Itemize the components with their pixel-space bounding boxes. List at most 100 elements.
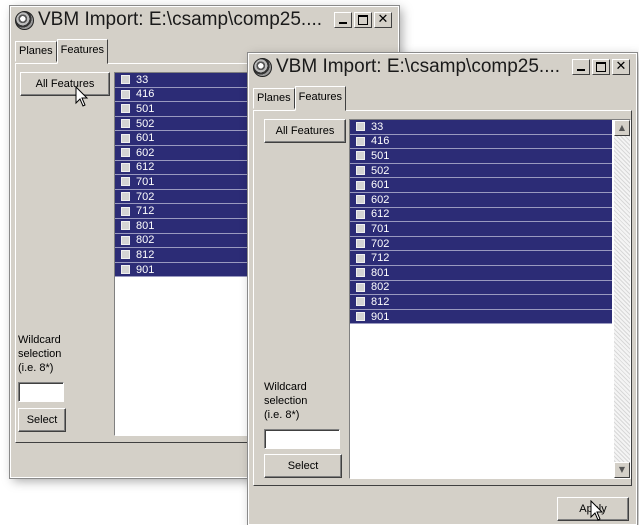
maximize-icon[interactable] [354, 12, 372, 28]
feature-label: 33 [136, 73, 149, 86]
wildcard-label-line: selection [18, 348, 62, 360]
list-item[interactable]: 501 [350, 149, 612, 164]
feature-checkbox[interactable] [121, 119, 130, 129]
title-bar[interactable]: VBM Import: E:\csamp\comp25.... ✕ [249, 54, 636, 82]
minimize-icon[interactable] [572, 59, 590, 75]
list-item[interactable]: 901 [350, 309, 612, 325]
feature-checkbox[interactable] [121, 250, 130, 260]
select-button[interactable]: Select [18, 408, 66, 432]
maximize-icon[interactable] [592, 59, 610, 75]
feature-checkbox[interactable] [356, 209, 365, 219]
close-icon[interactable]: ✕ [374, 12, 392, 28]
feature-label: 502 [371, 164, 390, 177]
feature-label: 601 [136, 132, 155, 145]
feature-checkbox[interactable] [356, 253, 365, 263]
select-button[interactable]: Select [264, 454, 342, 478]
wildcard-input[interactable] [264, 429, 340, 449]
wildcard-label-line: (i.e. 8*) [264, 409, 300, 421]
list-scrollbar[interactable]: ▲ ▼ [614, 120, 630, 478]
feature-checkbox[interactable] [356, 268, 365, 278]
wildcard-label: Wildcard selection (i.e. 8*) [18, 333, 61, 375]
feature-checkbox[interactable] [121, 104, 130, 114]
feature-label: 702 [371, 237, 390, 250]
feature-checkbox[interactable] [121, 148, 130, 158]
feature-checkbox[interactable] [121, 89, 130, 99]
list-item[interactable]: 801 [350, 265, 612, 281]
feature-checkbox[interactable] [121, 75, 130, 85]
feature-label: 602 [371, 193, 390, 206]
feature-checkbox[interactable] [356, 166, 365, 176]
feature-checkbox[interactable] [356, 180, 365, 190]
feature-label: 702 [136, 190, 155, 203]
list-item[interactable]: 712 [350, 251, 612, 266]
mouse-pointer-icon [590, 500, 604, 521]
feature-label: 416 [371, 135, 390, 148]
window-title: VBM Import: E:\csamp\comp25.... [276, 56, 561, 77]
feature-checkbox[interactable] [356, 297, 365, 307]
app-globe-icon [253, 58, 272, 77]
feature-label: 801 [371, 266, 390, 279]
tab-planes[interactable]: Planes [253, 88, 295, 109]
title-bar[interactable]: VBM Import: E:\csamp\comp25.... ✕ [11, 7, 398, 35]
feature-label: 602 [136, 146, 155, 159]
feature-checkbox[interactable] [121, 235, 130, 245]
features-panel: All Features Wildcard selection (i.e. 8*… [253, 110, 632, 486]
list-item[interactable]: 601 [350, 178, 612, 193]
tab-planes[interactable]: Planes [15, 41, 57, 62]
feature-checkbox[interactable] [121, 265, 130, 275]
feature-checkbox[interactable] [121, 221, 130, 231]
feature-checkbox[interactable] [356, 239, 365, 249]
feature-checkbox[interactable] [356, 136, 365, 146]
list-item[interactable]: 602 [350, 192, 612, 208]
feature-checkbox[interactable] [356, 195, 365, 205]
feature-label: 701 [371, 222, 390, 235]
window-title: VBM Import: E:\csamp\comp25.... [38, 9, 323, 30]
feature-checkbox[interactable] [356, 282, 365, 292]
feature-checkbox[interactable] [121, 162, 130, 172]
list-item[interactable]: 33 [350, 120, 612, 135]
feature-checkbox[interactable] [356, 224, 365, 234]
feature-checkbox[interactable] [356, 312, 365, 322]
wildcard-label: Wildcard selection (i.e. 8*) [264, 380, 307, 422]
wildcard-input[interactable] [18, 382, 64, 402]
all-features-button[interactable]: All Features [264, 119, 346, 143]
list-item[interactable]: 802 [350, 280, 612, 296]
all-features-button[interactable]: All Features [20, 72, 110, 96]
feature-checkbox[interactable] [121, 206, 130, 216]
feature-label: 501 [136, 102, 155, 115]
close-icon[interactable]: ✕ [612, 59, 630, 75]
app-globe-icon [15, 11, 34, 30]
feature-checkbox[interactable] [356, 122, 365, 132]
wildcard-label-line: (i.e. 8*) [18, 362, 54, 374]
feature-label: 502 [136, 117, 155, 130]
minimize-icon[interactable] [334, 12, 352, 28]
list-item[interactable]: 701 [350, 222, 612, 237]
feature-label: 701 [136, 175, 155, 188]
feature-label: 601 [371, 179, 390, 192]
feature-checkbox[interactable] [121, 177, 130, 187]
list-item[interactable]: 702 [350, 236, 612, 252]
feature-label: 712 [371, 252, 390, 265]
tab-features[interactable]: Features [56, 39, 109, 64]
feature-label: 33 [371, 120, 384, 133]
feature-checkbox[interactable] [356, 151, 365, 161]
scroll-down-arrow-icon[interactable]: ▼ [614, 462, 630, 478]
tab-features[interactable]: Features [294, 86, 347, 111]
feature-label: 901 [371, 310, 390, 323]
feature-label: 802 [136, 234, 155, 247]
list-item[interactable]: 416 [350, 134, 612, 150]
feature-label: 901 [136, 263, 155, 276]
feature-label: 612 [371, 208, 390, 221]
feature-label: 501 [371, 149, 390, 162]
feature-label: 801 [136, 219, 155, 232]
scroll-up-arrow-icon[interactable]: ▲ [614, 120, 630, 136]
feature-checkbox[interactable] [121, 133, 130, 143]
features-list[interactable]: 33 416 501 502 601 602 612 701 702 712 801 802 812 90… [349, 119, 631, 479]
list-item[interactable]: 612 [350, 207, 612, 223]
list-item[interactable]: 502 [350, 163, 612, 179]
wildcard-label-line: selection [264, 395, 308, 407]
feature-checkbox[interactable] [121, 192, 130, 202]
feature-label: 812 [371, 295, 390, 308]
list-item[interactable]: 812 [350, 295, 612, 310]
mouse-pointer-icon [75, 86, 89, 107]
